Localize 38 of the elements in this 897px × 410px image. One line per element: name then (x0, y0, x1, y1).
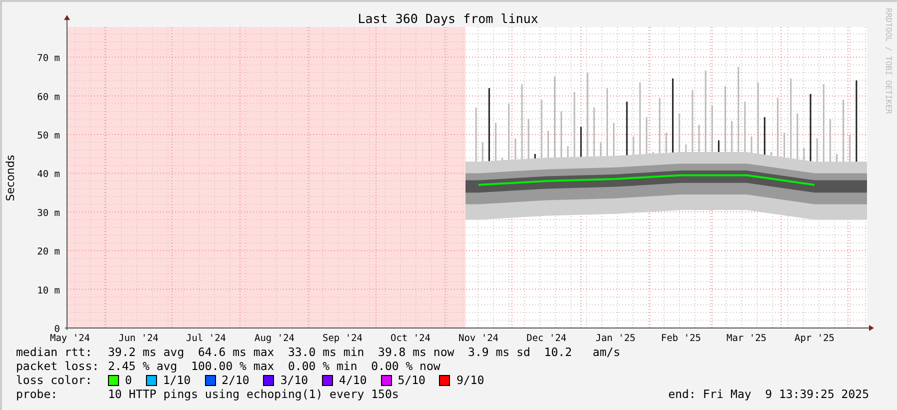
legend-stats: 2.45 % avg 100.00 % max 0.00 % min 0.00 % now (108, 359, 440, 373)
y-tick-label: 30 m (37, 208, 60, 219)
loss-color-label: 9/10 (456, 373, 484, 387)
legend-label: loss color: (16, 373, 94, 387)
x-tick-label: Apr '25 (794, 333, 835, 344)
loss-color-label: 3/10 (280, 373, 308, 387)
credit-text: RRDTOOL / TOBI OETIKER (884, 8, 893, 114)
legend-label: median rtt: (16, 345, 94, 359)
x-tick-label: Sep '24 (322, 333, 363, 344)
y-tick-label: 0 (54, 324, 60, 335)
x-tick-label: Jan '25 (595, 333, 636, 344)
y-tick-label: 60 m (37, 92, 60, 103)
probe-text: 10 HTTP pings using echoping(1) every 150s (108, 387, 399, 401)
end-time: end: Fri May 9 13:39:25 2025 (668, 387, 870, 401)
x-tick-label: Jul '24 (186, 333, 226, 344)
x-tick-label: Mar '25 (726, 333, 767, 344)
loss-color-label: 5/10 (398, 373, 426, 387)
chart-title: Last 360 Days from linux (358, 11, 538, 26)
y-tick-label: 40 m (37, 169, 60, 180)
y-tick-label: 50 m (37, 130, 60, 142)
legend-label: probe: (16, 387, 59, 401)
x-tick-label: May '24 (50, 333, 90, 344)
x-tick-label: Oct '24 (390, 333, 431, 344)
y-tick-label: 20 m (37, 246, 60, 258)
y-tick-label: 10 m (37, 285, 60, 296)
loss-color-label: 1/10 (162, 373, 191, 387)
legend-stats: 39.2 ms avg 64.6 ms max 33.0 ms min 39.8 ms now 3.9 ms sd 10.2 am/s (108, 345, 620, 359)
x-tick-label: Nov '24 (458, 333, 499, 344)
y-tick-label: 70 m (37, 53, 60, 64)
legend-label: packet loss: (16, 359, 100, 373)
y-axis-label: Seconds (4, 154, 17, 202)
loss-color-label: 2/10 (222, 373, 250, 387)
x-tick-label: Jun '24 (118, 333, 159, 344)
loss-color-label: 4/10 (339, 373, 367, 387)
x-tick-label: Dec '24 (526, 333, 567, 344)
loss-color-label: 0 (125, 373, 132, 387)
x-tick-label: Feb '25 (660, 333, 702, 344)
x-tick-label: Aug '24 (254, 333, 295, 344)
